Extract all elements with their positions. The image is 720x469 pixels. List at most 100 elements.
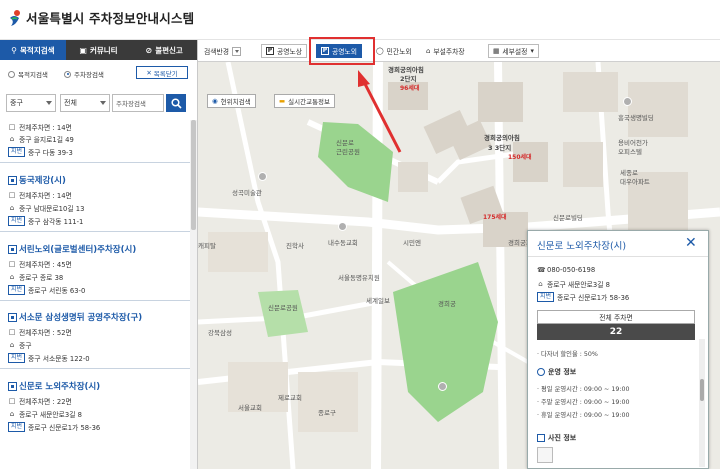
- public-street-parking-button[interactable]: P 공영노상: [261, 44, 308, 58]
- jibun-badge: 지번: [8, 285, 26, 295]
- app-window: 서울특별시 주차정보안내시스템 ⚲ 목적지검색 ▣ 커뮤니티 ⊘ 불편신고 목적…: [0, 0, 720, 469]
- search-placeholder: 주차장검색: [116, 100, 146, 108]
- clock-icon: [537, 368, 545, 376]
- button-label: 공영노상: [277, 48, 303, 56]
- list-item[interactable]: 동국제강(시) □ 전체주차면 : 14면 ⌂ 중구 남대문로10길 13 지번 중구…: [0, 168, 190, 232]
- radio-parking-search[interactable]: 주차장검색: [64, 69, 104, 79]
- current-location-search-button[interactable]: ◉ 현위치검색: [207, 94, 256, 108]
- total-spaces: □ 전체주차면 : 22면: [8, 396, 72, 406]
- detail-settings-button[interactable]: ▦ 세부설정 ▾: [488, 44, 539, 58]
- total-spaces: □ 전체주차면 : 52면: [8, 327, 72, 337]
- map-label: 경희궁: [438, 300, 456, 308]
- district-select[interactable]: 중구: [6, 94, 56, 112]
- tab-report[interactable]: ⊘ 불편신고: [131, 40, 198, 60]
- tab-label: 커뮤니티: [89, 45, 118, 55]
- parking-title-link[interactable]: 신문로 노외주차장(시): [8, 380, 100, 392]
- map-label: 대우아파트: [620, 178, 650, 186]
- address: ⌂ 중구 을지로1길 49: [8, 134, 74, 144]
- price-label: 150세대: [508, 154, 532, 161]
- parking-info-popup: 신문로 노외주차장(시) ✕ ☎ 080-050-6198 ⌂ 종로구 새문안로3길…: [527, 230, 709, 469]
- tab-destination-search[interactable]: ⚲ 목적지검색: [0, 40, 66, 60]
- radio-destination-search[interactable]: 목적지검색: [8, 69, 48, 79]
- radio-label: 주차장검색: [74, 71, 104, 79]
- building-icon: ⌂: [426, 47, 431, 55]
- jibun-badge: 지번: [8, 422, 26, 432]
- button-label: 현위치검색: [220, 98, 251, 106]
- parking-search-input[interactable]: 주차장검색: [112, 94, 164, 112]
- parking-title-link[interactable]: 서소문 삼성생명뒤 공영주차장(구): [8, 311, 142, 323]
- section-title: 운영 정보: [548, 368, 577, 376]
- map-label: 신문로공원: [268, 304, 298, 312]
- radius-label: 검색반경: [204, 48, 230, 56]
- traffic-icon: ▬: [279, 97, 286, 105]
- location-pin-icon: ◉: [212, 97, 218, 105]
- home-icon: ⌂: [9, 341, 15, 349]
- total-text: 전체주차면 : 52면: [19, 329, 72, 337]
- list-scrollbar[interactable]: [190, 120, 197, 469]
- jibun-badge: 지번: [8, 216, 26, 226]
- search-mode-row: 목적지검색 주차장검색 ✕ 목록닫기: [0, 66, 198, 80]
- home-icon: ⌂: [538, 280, 543, 288]
- close-list-label: 목록닫기: [153, 69, 178, 78]
- parking-icon: P: [266, 47, 274, 55]
- map-label: 종로구: [318, 409, 336, 417]
- map-label: 서울교회: [238, 404, 262, 412]
- popup-title: 신문로 노외주차장(시): [537, 241, 627, 252]
- map-label: 진학사: [286, 242, 304, 250]
- scrollbar-thumb[interactable]: [191, 120, 196, 230]
- total-text: 전체주차면 : 22면: [19, 398, 72, 406]
- tab-community[interactable]: ▣ 커뮤니티: [65, 40, 132, 60]
- map-poi-pin[interactable]: [438, 382, 447, 391]
- list-item[interactable]: 신문로 노외주차장(시) □ 전체주차면 : 22면 ⌂ 종로구 새문안로3길 8 …: [0, 374, 190, 438]
- map-poi-pin[interactable]: [623, 97, 632, 106]
- dong-select[interactable]: 전체: [60, 94, 110, 112]
- close-list-button[interactable]: ✕ 목록닫기: [136, 66, 188, 79]
- section-title: 사진 정보: [548, 434, 577, 442]
- list-item[interactable]: 서린노외(글로벌센터)주차장(시) □ 전체주차면 : 45면 ⌂ 종로구 종로 3…: [0, 237, 190, 301]
- left-tabs: ⚲ 목적지검색 ▣ 커뮤니티 ⊘ 불편신고: [0, 40, 198, 60]
- map-poi-pin[interactable]: [338, 222, 347, 231]
- photo-icon: [537, 434, 545, 442]
- address: ⌂ 중구: [8, 340, 32, 350]
- address-text: 중구: [19, 342, 32, 350]
- address-text: 종로구 새문안로3길 8: [547, 281, 610, 289]
- jibun-badge: 지번: [8, 353, 26, 363]
- parking-icon: □: [8, 123, 16, 131]
- private-parking-button[interactable]: ◯ 민간노외: [372, 44, 416, 58]
- jibun-text: 종로구 신문로1가 58-36: [557, 294, 630, 302]
- map-label: 2단지: [400, 75, 417, 83]
- popup-scrollbar[interactable]: [699, 339, 705, 467]
- list-item[interactable]: 서소문 삼성생명뒤 공영주차장(구) □ 전체주차면 : 52면 ⌂ 중구 지번 중구…: [0, 305, 190, 369]
- jibun-address: 지번 종로구 서린동 63-0: [8, 285, 85, 295]
- holiday-hours: · 휴일 운영시간 : 09:00 ~ 19:00: [537, 412, 630, 419]
- jibun-address: 지번 중구 다동 39-3: [8, 147, 73, 157]
- attached-parking-button[interactable]: ⌂ 부설주차장: [422, 44, 469, 58]
- address-text: 종로구 새문안로3길 8: [19, 411, 82, 419]
- jibun-address: 지번 종로구 신문로1가 58-36: [8, 422, 100, 432]
- parking-title-link[interactable]: 서린노외(글로벌센터)주차장(시): [8, 243, 136, 255]
- map-toolbar: 검색반경 P 공영노상 P 공영노외 ◯ 민간노외 ⌂ 부설주차장 ▦ 세부설정…: [198, 40, 720, 62]
- seoul-logo-icon: [10, 9, 20, 26]
- title-text: 서린노외(글로벌센터)주차장(시): [19, 245, 137, 255]
- scrollbar-thumb[interactable]: [700, 379, 704, 401]
- jibun-badge: 지번: [8, 147, 26, 157]
- parking-title-link[interactable]: 동국제강(시): [8, 174, 66, 186]
- search-button[interactable]: [166, 94, 186, 112]
- parking-photo-thumbnail[interactable]: [537, 447, 553, 463]
- close-icon[interactable]: ✕: [685, 235, 697, 251]
- app-title: 서울특별시 주차정보안내시스템: [26, 11, 195, 26]
- chevron-down-icon: ▾: [530, 47, 534, 55]
- list-item[interactable]: □ 전체주차면 : 14면 ⌂ 중구 을지로1길 49 지번 중구 다동 39-3: [0, 120, 190, 163]
- address: ⌂ 중구 남대문로10길 13: [8, 203, 85, 213]
- chevron-down-icon: [46, 101, 52, 105]
- logo[interactable]: 서울특별시 주차정보안내시스템: [8, 8, 194, 27]
- popup-jibun: 지번 종로구 신문로1가 58-36: [537, 292, 629, 302]
- map-poi-pin[interactable]: [258, 172, 267, 181]
- address-text: 중구 을지로1길 49: [19, 136, 74, 144]
- button-label: 실시간교통정보: [288, 98, 331, 106]
- jibun-text: 종로구 신문로1가 58-36: [28, 424, 101, 432]
- radius-select[interactable]: 검색반경: [204, 44, 242, 58]
- map-label: 서울동명유치원: [338, 274, 380, 282]
- header: 서울특별시 주차정보안내시스템: [0, 0, 720, 40]
- realtime-traffic-button[interactable]: ▬ 실시간교통정보: [274, 94, 336, 108]
